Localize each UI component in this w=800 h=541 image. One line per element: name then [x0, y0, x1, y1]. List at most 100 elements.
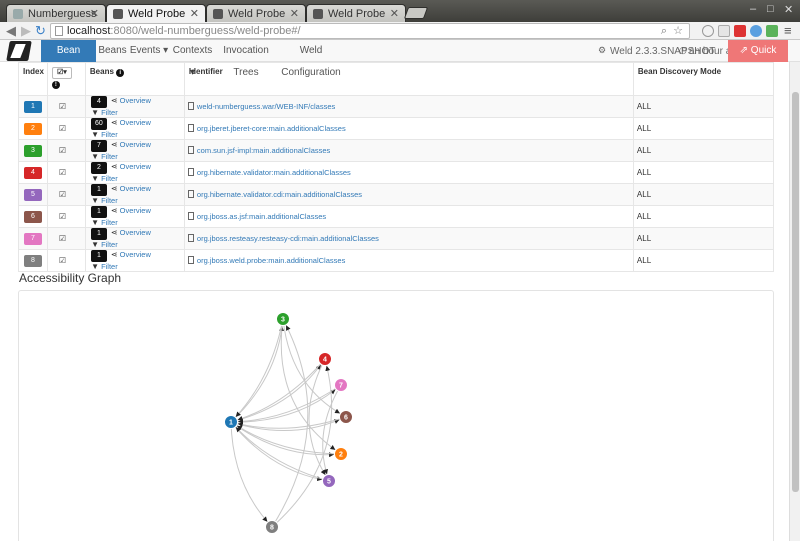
- extension-red-icon[interactable]: [734, 25, 746, 37]
- browser-tab-weld-probe-3[interactable]: Weld Probe ✕: [306, 4, 406, 22]
- scrollbar-thumb[interactable]: [792, 92, 799, 492]
- filter-icon: ▼: [91, 196, 100, 205]
- identifier-link[interactable]: org.hibernate.validator.cdi:main.additio…: [197, 190, 362, 199]
- browser-tab-weld-probe-2[interactable]: Weld Probe ✕: [206, 4, 306, 22]
- browser-tab-numberguess[interactable]: Numberguess ✕: [6, 4, 106, 22]
- overview-link[interactable]: Overview: [120, 162, 151, 171]
- filter-link[interactable]: Filter: [101, 218, 118, 227]
- info-icon[interactable]: i: [116, 69, 125, 77]
- overview-link[interactable]: Overview: [120, 184, 151, 193]
- identifier-link[interactable]: org.jboss.as.jsf:main.additionalClasses: [197, 212, 326, 221]
- checked-icon[interactable]: ☑: [59, 124, 66, 133]
- identifier-link[interactable]: org.jberet.jberet-core:main.additionalCl…: [197, 124, 346, 133]
- filter-link[interactable]: Filter: [101, 108, 118, 117]
- mode-cell: ALL: [632, 139, 775, 162]
- filter-icon: ▼: [91, 108, 100, 117]
- browser-tab-weld-probe-active[interactable]: Weld Probe ✕: [106, 4, 206, 22]
- nav-events[interactable]: Events ▾: [129, 40, 169, 62]
- menu-icon[interactable]: ≡: [784, 23, 792, 39]
- graph-node-7[interactable]: 7: [334, 378, 348, 392]
- index-badge: 3: [24, 144, 42, 157]
- reload-icon[interactable]: ↻: [35, 23, 46, 39]
- filter-link[interactable]: Filter: [101, 262, 118, 271]
- nav-contexts[interactable]: Contexts ▾: [169, 40, 216, 78]
- identifier-link[interactable]: org.hibernate.validator:main.additionalC…: [197, 168, 351, 177]
- graph-edge: [237, 358, 326, 421]
- nav-weld-configuration[interactable]: Weld Configuration: [276, 40, 346, 78]
- address-bar[interactable]: localhost:8080/weld-numberguess/weld-pro…: [50, 23, 690, 39]
- filter-link[interactable]: Filter: [101, 152, 118, 161]
- graph-node-5[interactable]: 5: [322, 474, 336, 488]
- weld-logo[interactable]: [6, 41, 32, 61]
- overview-link[interactable]: Overview: [120, 118, 151, 127]
- select-dropdown-button[interactable]: ☑▾: [51, 67, 72, 79]
- overview-link[interactable]: Overview: [120, 250, 151, 259]
- app-navbar: Bean Archives Beans Events ▾ Contexts ▾ …: [0, 40, 800, 78]
- extension-grid-icon[interactable]: [718, 25, 730, 37]
- checked-icon[interactable]: ☑: [59, 212, 66, 221]
- minimize-icon[interactable]: –: [750, 3, 756, 15]
- identifier-link[interactable]: weld-numberguess.war/WEB-INF/classes: [197, 102, 335, 111]
- nav-beans[interactable]: Beans: [96, 40, 129, 62]
- back-icon[interactable]: ◀: [6, 23, 16, 39]
- quick-links-button[interactable]: ⇗ Quick Links ▾: [728, 40, 788, 78]
- checked-icon[interactable]: ☑: [59, 190, 66, 199]
- close-tab-icon[interactable]: ✕: [190, 7, 199, 20]
- graph-node-4[interactable]: 4: [318, 352, 332, 366]
- checked-icon[interactable]: ☑: [59, 168, 66, 177]
- checked-icon[interactable]: ☑: [59, 234, 66, 243]
- checked-icon[interactable]: ☑: [59, 256, 66, 265]
- browser-toolbar: ◀ ▶ ↻ localhost:8080/weld-numberguess/we…: [0, 22, 800, 40]
- bean-count-badge: 1: [90, 206, 107, 218]
- graph-node-6[interactable]: 6: [339, 410, 353, 424]
- page-scrollbar[interactable]: [789, 62, 800, 541]
- graph-node-3[interactable]: 3: [276, 312, 290, 326]
- overview-link[interactable]: Overview: [120, 206, 151, 215]
- checked-icon[interactable]: ☑: [59, 102, 66, 111]
- close-window-icon[interactable]: ✕: [784, 3, 793, 16]
- checked-icon[interactable]: ☑: [59, 146, 66, 155]
- beans-cell: 1 ⋖ Overview ▼ Filter: [84, 205, 185, 228]
- graph-node-1[interactable]: 1: [224, 415, 238, 429]
- filter-link[interactable]: Filter: [101, 196, 118, 205]
- filter-link[interactable]: Filter: [101, 130, 118, 139]
- graph-node-label: 8: [270, 525, 274, 532]
- nav-bean-archives[interactable]: Bean Archives: [41, 40, 96, 78]
- new-tab-button[interactable]: [403, 7, 429, 19]
- bookmark-star-icon[interactable]: ☆: [673, 24, 683, 38]
- accessibility-graph-title: Accessibility Graph: [19, 271, 122, 285]
- close-tab-icon[interactable]: ✕: [290, 7, 299, 20]
- filter-link[interactable]: Filter: [101, 240, 118, 249]
- bean-archives-table: Index ☑▾ ! Beans i Identifier Bean Disco…: [18, 62, 775, 272]
- index-cell: 8: [18, 249, 48, 272]
- extension-circle-icon[interactable]: [702, 25, 714, 37]
- maximize-icon[interactable]: □: [767, 3, 774, 15]
- page-icon: [55, 26, 63, 36]
- identifier-cell: org.jboss.weld.probe:main.additionalClas…: [183, 249, 634, 272]
- share-icon: ⋖: [110, 250, 118, 259]
- close-tab-icon[interactable]: ✕: [390, 7, 399, 20]
- checkbox-cell: ☑: [46, 95, 86, 118]
- search-icon[interactable]: ⌕: [661, 24, 667, 38]
- weld-favicon-icon: [313, 8, 323, 19]
- extension-cloud-icon[interactable]: [750, 25, 762, 37]
- checkbox-cell: ☑: [46, 183, 86, 206]
- identifier-link[interactable]: org.jboss.weld.probe:main.additionalClas…: [197, 256, 345, 265]
- beans-cell: 4 ⋖ Overview ▼ Filter: [84, 95, 185, 118]
- graph-node-2[interactable]: 2: [334, 447, 348, 461]
- info-icon[interactable]: !: [51, 81, 60, 89]
- identifier-link[interactable]: com.sun.jsf-impl:main.additionalClasses: [197, 146, 330, 155]
- forward-icon[interactable]: ▶: [21, 23, 31, 39]
- filter-link[interactable]: Filter: [101, 174, 118, 183]
- identifier-link[interactable]: org.jboss.resteasy.resteasy-cdi:main.add…: [197, 234, 379, 243]
- overview-link[interactable]: Overview: [120, 140, 151, 149]
- nav-invocation-trees[interactable]: Invocation Trees: [216, 40, 276, 78]
- overview-link[interactable]: Overview: [120, 96, 151, 105]
- overview-link[interactable]: Overview: [120, 228, 151, 237]
- identifier-cell: org.jboss.resteasy.resteasy-cdi:main.add…: [183, 227, 634, 250]
- graph-node-label: 3: [281, 317, 285, 324]
- graph-node-8[interactable]: 8: [265, 520, 279, 534]
- checkbox-cell: ☑: [46, 227, 86, 250]
- close-tab-icon[interactable]: ✕: [90, 7, 99, 20]
- extension-green-icon[interactable]: [766, 25, 778, 37]
